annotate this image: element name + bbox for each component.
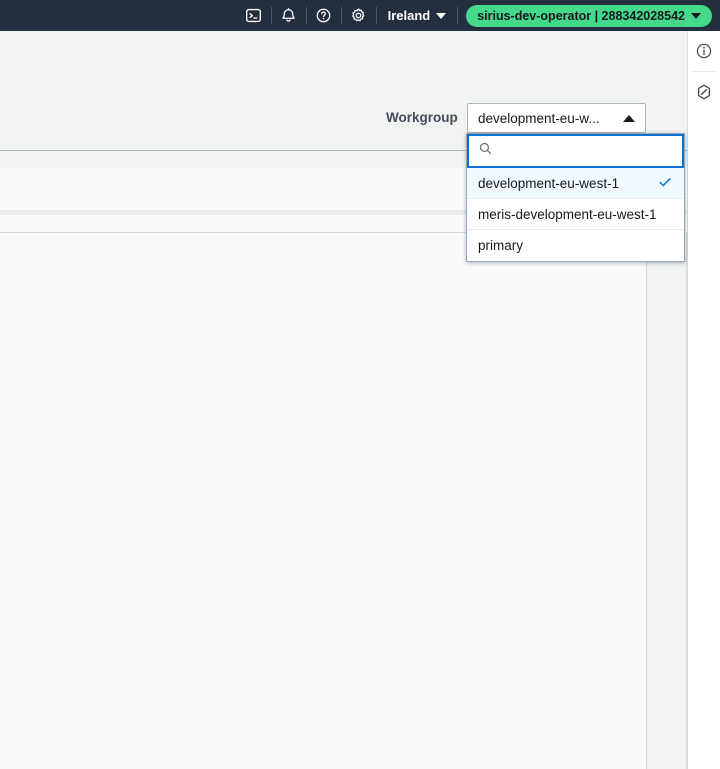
chevron-up-icon	[623, 114, 635, 122]
nav-divider	[457, 7, 459, 24]
workgroup-select-trigger[interactable]: development-eu-w...	[467, 103, 646, 133]
workgroup-search-input[interactable]	[501, 143, 678, 159]
main-content-area	[0, 233, 720, 769]
account-menu-button[interactable]: sirius-dev-operator | 288342028542	[466, 4, 712, 27]
help-question-icon[interactable]	[307, 0, 341, 31]
right-icon-rail	[687, 31, 720, 769]
account-label: sirius-dev-operator | 288342028542	[477, 8, 685, 23]
workgroup-option-meris-development-eu-west-1[interactable]: meris-development-eu-west-1	[467, 199, 684, 230]
settings-gear-icon[interactable]	[342, 0, 376, 31]
workgroup-dropdown: development-eu-west-1 meris-development-…	[466, 133, 685, 262]
check-icon	[657, 174, 673, 193]
search-icon	[478, 141, 493, 161]
workgroup-search-container[interactable]	[467, 134, 684, 168]
workgroup-option-primary[interactable]: primary	[467, 230, 684, 261]
cloudshell-icon[interactable]	[237, 0, 271, 31]
right-content-strip	[647, 233, 687, 769]
notifications-bell-icon[interactable]	[272, 0, 306, 31]
info-panel-icon[interactable]	[688, 31, 720, 71]
region-label: Ireland	[387, 8, 431, 23]
chevron-down-icon	[691, 12, 701, 19]
region-selector[interactable]: Ireland	[377, 0, 458, 31]
workgroup-option-label: development-eu-west-1	[478, 175, 620, 191]
top-navigation-bar: Ireland sirius-dev-operator | 2883420285…	[0, 0, 720, 31]
page-root: Ireland sirius-dev-operator | 2883420285…	[0, 0, 720, 769]
workgroup-option-label: meris-development-eu-west-1	[478, 206, 657, 222]
workgroup-option-label: primary	[478, 238, 524, 253]
amazon-q-icon[interactable]	[688, 72, 720, 112]
workgroup-label: Workgroup	[386, 110, 458, 125]
workgroup-option-development-eu-west-1[interactable]: development-eu-west-1	[467, 168, 684, 199]
workgroup-selected-value: development-eu-w...	[478, 110, 600, 126]
chevron-down-icon	[436, 12, 447, 19]
